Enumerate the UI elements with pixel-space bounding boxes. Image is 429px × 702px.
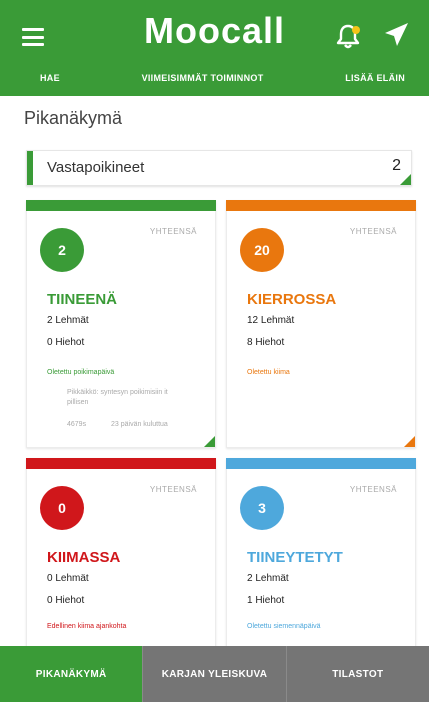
card-title: TIINEENÄ <box>47 291 118 308</box>
card-in-heat[interactable]: 0 YHTEENSÄ KIIMASSA 0 Lehmät 0 Hiehot Ed… <box>26 458 216 658</box>
summary-label: Vastapoikineet <box>47 159 145 176</box>
card-color-strip <box>26 200 216 211</box>
card-pregnant[interactable]: 2 YHTEENSÄ TIINEENÄ 2 Lehmät 0 Hiehot Ol… <box>26 200 216 448</box>
card-subtitle: Oletettu siemennäpäivä <box>247 623 321 630</box>
bottom-tab-bar: PIKANÄKYMÄ KARJAN YLEISKUVA TILASTOT <box>0 646 429 702</box>
summary-count: 2 <box>392 157 401 174</box>
card-subtitle: Oletettu poikimapäivä <box>47 369 115 376</box>
count-circle: 3 <box>240 486 284 530</box>
nav-search[interactable]: HAE <box>40 73 60 83</box>
card-color-strip <box>226 458 416 469</box>
heifers-count: 8 Hiehot <box>247 337 285 348</box>
card-footer-days: 23 päivän kuluttua <box>111 421 168 428</box>
tab-herd-overview[interactable]: KARJAN YLEISKUVA <box>142 646 286 702</box>
corner-triangle-icon <box>404 436 415 447</box>
card-color-strip <box>226 200 416 211</box>
corner-triangle-icon <box>400 174 411 185</box>
page-title: Pikanäkymä <box>24 108 123 128</box>
count-circle: 2 <box>40 228 84 272</box>
tab-statistics[interactable]: TILASTOT <box>285 646 429 702</box>
card-color-strip <box>26 458 216 469</box>
cows-count: 2 Lehmät <box>47 315 89 326</box>
plane-icon[interactable] <box>381 20 411 50</box>
heifers-count: 1 Hiehot <box>247 595 285 606</box>
card-footer-id: 4679s <box>67 421 87 428</box>
card-note: Pikkäikkö: syntesyn poikimisiin it pilli… <box>67 389 168 406</box>
nav-recent-actions[interactable]: VIIMEISIMMÄT TOIMINNOT <box>142 73 264 83</box>
card-title: KIERROSSA <box>247 291 337 308</box>
card-cycling[interactable]: 20 YHTEENSÄ KIERROSSA 12 Lehmät 8 Hiehot… <box>226 200 416 448</box>
nav-add-animal[interactable]: LISÄÄ ELÄIN <box>345 73 405 83</box>
card-subtitle: Oletettu kiima <box>247 369 290 376</box>
heifers-count: 0 Hiehot <box>47 595 85 606</box>
count-circle: 0 <box>40 486 84 530</box>
top-nav: HAE VIIMEISIMMÄT TOIMINNOT LISÄÄ ELÄIN <box>0 66 429 90</box>
total-label: YHTEENSÄ <box>149 227 197 236</box>
calved-summary-row[interactable]: Vastapoikineet 2 <box>26 150 412 186</box>
main-content: Pikanäkymä Vastapoikineet 2 2 YHTEENSÄ T… <box>0 96 429 658</box>
card-subtitle: Edellinen kiima ajankohta <box>47 623 127 630</box>
summary-accent-bar <box>27 151 33 185</box>
app-logo: Moocall <box>143 10 285 51</box>
total-label: YHTEENSÄ <box>349 227 397 236</box>
top-app-bar: Moocall HAE VIIMEISIMMÄT TOIMINNOT LISÄÄ… <box>0 0 429 96</box>
bell-icon[interactable] <box>333 22 363 52</box>
card-inseminated[interactable]: 3 YHTEENSÄ TIINEYTETYT 2 Lehmät 1 Hiehot… <box>226 458 416 658</box>
cows-count: 2 Lehmät <box>247 573 289 584</box>
count-circle: 20 <box>240 228 284 272</box>
total-label: YHTEENSÄ <box>349 485 397 494</box>
cows-count: 0 Lehmät <box>47 573 89 584</box>
card-title: KIIMASSA <box>47 549 121 566</box>
tab-quick-view[interactable]: PIKANÄKYMÄ <box>0 646 143 702</box>
corner-triangle-icon <box>204 436 215 447</box>
heifers-count: 0 Hiehot <box>47 337 85 348</box>
cows-count: 12 Lehmät <box>247 315 295 326</box>
card-title: TIINEYTETYT <box>247 549 343 566</box>
total-label: YHTEENSÄ <box>149 485 197 494</box>
